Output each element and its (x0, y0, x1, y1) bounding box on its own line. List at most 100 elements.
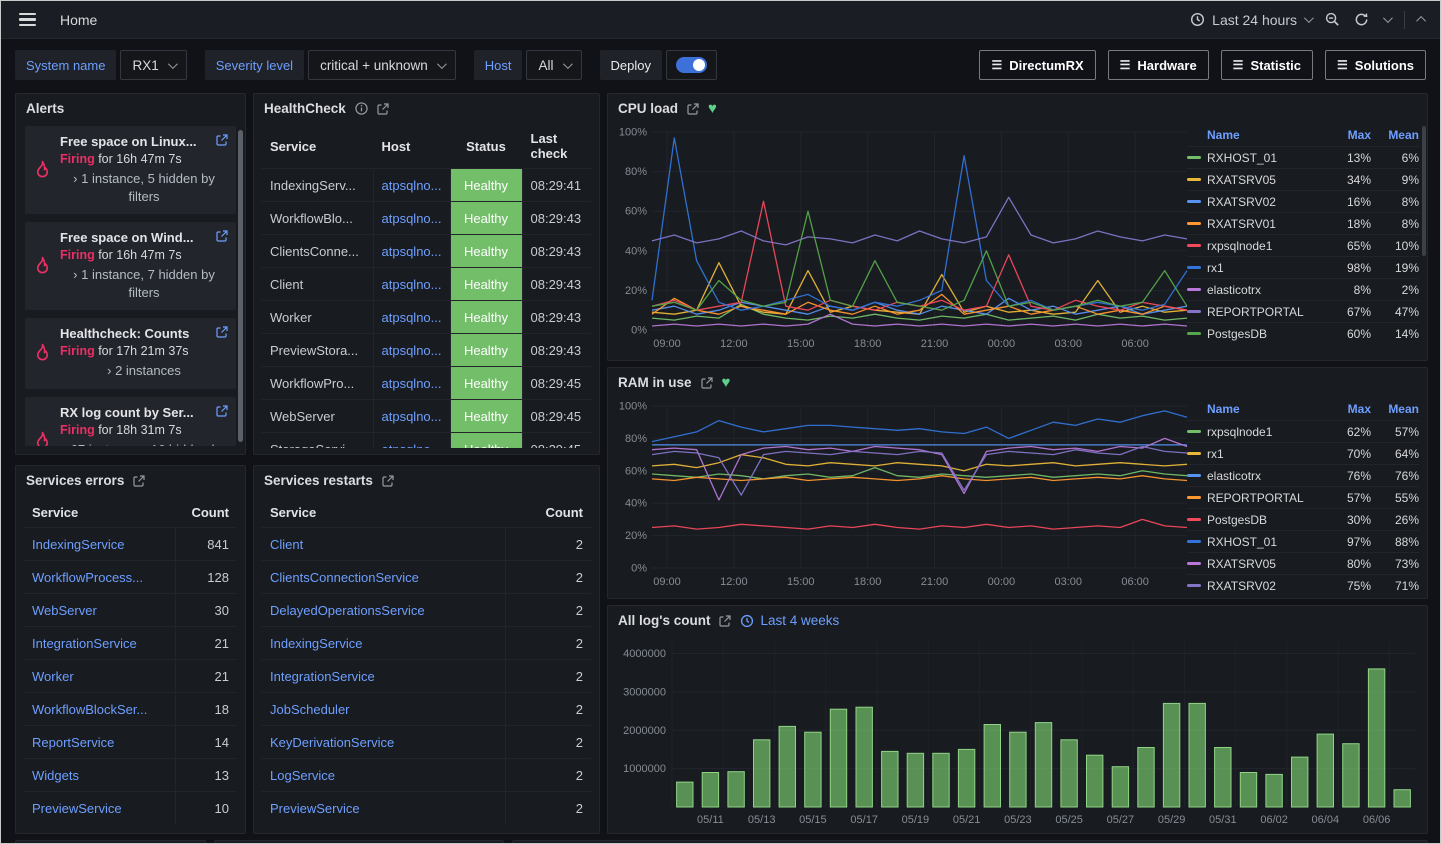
series-name[interactable]: rx1 (1207, 447, 1323, 461)
menu-icon[interactable] (15, 9, 40, 30)
series-name[interactable]: RXATSRV02 (1207, 195, 1323, 209)
alerts-scrollbar[interactable] (238, 130, 243, 442)
info-icon[interactable] (355, 102, 368, 115)
service-link[interactable]: ReportService (32, 735, 167, 750)
hc-host-link[interactable]: atpsqlno... (382, 409, 442, 424)
external-link-icon[interactable] (701, 377, 713, 389)
hc-host-link[interactable]: atpsqlno... (382, 376, 442, 391)
series-name[interactable]: RXHOST_01 (1207, 151, 1323, 165)
hc-host-link[interactable]: atpsqlno... (382, 244, 442, 259)
hc-col[interactable]: Status (450, 124, 522, 169)
service-link[interactable]: JobScheduler (270, 702, 497, 717)
external-link-icon[interactable] (216, 134, 228, 146)
link-button-directumrx[interactable]: ☰DirectumRX (979, 50, 1095, 80)
service-link[interactable]: WorkflowProcess... (32, 570, 167, 585)
alert-name[interactable]: RX log count by Ser... (60, 405, 210, 420)
panel-title-services-errors[interactable]: Services errors (26, 473, 124, 488)
panel-title-services-restarts[interactable]: Services restarts (264, 473, 373, 488)
hc-host-link[interactable]: atpsqlno... (382, 211, 442, 226)
link-button-solutions[interactable]: ☰Solutions (1325, 50, 1426, 80)
external-link-icon[interactable] (377, 103, 389, 115)
refresh-interval-chevron[interactable] (1383, 13, 1393, 23)
severity-select[interactable]: critical + unknown (308, 50, 456, 80)
series-name[interactable]: PostgesDB (1207, 327, 1323, 341)
hc-host-link[interactable]: atpsqlno... (382, 178, 442, 193)
service-link[interactable]: KeyDerivationService (270, 735, 497, 750)
zoom-out-icon[interactable] (1325, 12, 1340, 27)
alert-instances[interactable]: › 1 instance, 5 hidden by filters (60, 170, 228, 205)
series-name[interactable]: elasticotrx (1207, 283, 1323, 297)
col-service[interactable]: Service (24, 498, 175, 528)
hc-host-link[interactable]: atpsqlno... (382, 310, 442, 325)
series-name[interactable]: RXHOST_01 (1207, 535, 1323, 549)
external-link-icon[interactable] (216, 405, 228, 417)
external-link-icon[interactable] (216, 230, 228, 242)
cpu-legend-scrollbar[interactable] (1422, 126, 1426, 256)
series-name[interactable]: RXATSRV01 (1207, 217, 1323, 231)
service-link[interactable]: IntegrationService (270, 669, 497, 684)
system-name-select[interactable]: RX1 (120, 50, 186, 80)
service-link[interactable]: IndexingService (270, 636, 497, 651)
series-name[interactable]: RXATSRV05 (1207, 173, 1323, 187)
series-name[interactable]: REPORTPORTAL (1207, 305, 1323, 319)
service-link[interactable]: IndexingService (32, 537, 167, 552)
refresh-icon[interactable] (1354, 12, 1369, 27)
service-link[interactable]: IntegrationService (32, 636, 167, 651)
service-link[interactable]: ClientsConnectionService (270, 570, 497, 585)
panel-title-cpu[interactable]: CPU load (618, 101, 678, 116)
deploy-toggle[interactable] (666, 50, 717, 80)
hc-host-link[interactable]: atpsqlno... (382, 343, 442, 358)
panel-title-alerts[interactable]: Alerts (26, 101, 64, 116)
series-name[interactable]: PostgesDB (1207, 513, 1323, 527)
hc-col[interactable]: Last check (522, 124, 591, 169)
service-link[interactable]: WorkflowBlockSer... (32, 702, 167, 717)
time-range-picker[interactable]: Last 24 hours (1190, 12, 1311, 28)
series-name[interactable]: REPORTPORTAL (1207, 491, 1323, 505)
hc-col[interactable]: Host (373, 124, 450, 169)
external-link-icon[interactable] (719, 615, 731, 627)
service-link[interactable]: Worker (32, 669, 167, 684)
panel-title-ram[interactable]: RAM in use (618, 375, 692, 390)
table-row: LogService2 (262, 759, 591, 792)
series-name[interactable]: elasticotrx (1207, 469, 1323, 483)
count-value: 13 (175, 759, 237, 792)
service-link[interactable]: DelayedOperationsService (270, 603, 497, 618)
external-link-icon[interactable] (216, 326, 228, 338)
alert-name[interactable]: Free space on Linux... (60, 134, 210, 149)
alert-name[interactable]: Healthcheck: Counts (60, 326, 210, 341)
external-link-icon[interactable] (133, 475, 145, 487)
count-value: 30 (175, 594, 237, 627)
logs-range[interactable]: Last 4 weeks (740, 613, 839, 628)
link-button-hardware[interactable]: ☰Hardware (1108, 50, 1209, 80)
series-name[interactable]: RXATSRV05 (1207, 557, 1323, 571)
service-link[interactable]: Widgets (32, 768, 167, 783)
host-select[interactable]: All (526, 50, 581, 80)
series-name[interactable]: rxpsqlnode1 (1207, 239, 1323, 253)
service-link[interactable]: PreviewService (270, 801, 497, 816)
panel-title-logs[interactable]: All log's count (618, 613, 710, 628)
col-service[interactable]: Service (262, 498, 505, 528)
series-name[interactable]: RXATSRV02 (1207, 579, 1323, 591)
breadcrumb-home[interactable]: Home (60, 12, 97, 28)
service-link[interactable]: PreviewService (32, 801, 167, 816)
series-name[interactable]: rx1 (1207, 261, 1323, 275)
service-link[interactable]: LogService (270, 768, 497, 783)
alert-instances[interactable]: › 1 instance, 7 hidden by filters (60, 266, 228, 301)
hc-host-link[interactable]: atpsqlno... (382, 277, 442, 292)
alert-name[interactable]: Free space on Wind... (60, 230, 210, 245)
external-link-icon[interactable] (382, 475, 394, 487)
col-count[interactable]: Count (505, 498, 591, 528)
link-button-statistic[interactable]: ☰Statistic (1221, 50, 1313, 80)
hc-host-link[interactable]: atpsqlno... (382, 442, 442, 448)
service-link[interactable]: Client (270, 537, 497, 552)
collapse-chevron-up-icon[interactable] (1416, 16, 1426, 26)
panel-title-healthcheck[interactable]: HealthCheck (264, 101, 346, 116)
alert-instances[interactable]: › 67 instances, 16 hidden by filters (60, 441, 228, 446)
service-link[interactable]: WebServer (32, 603, 167, 618)
external-link-icon[interactable] (687, 103, 699, 115)
hc-col[interactable]: Service (262, 124, 373, 169)
series-name[interactable]: rxpsqlnode1 (1207, 425, 1323, 439)
col-count[interactable]: Count (175, 498, 237, 528)
alert-instances[interactable]: › 2 instances (60, 362, 228, 380)
hc-service: PreviewStora... (262, 334, 373, 367)
